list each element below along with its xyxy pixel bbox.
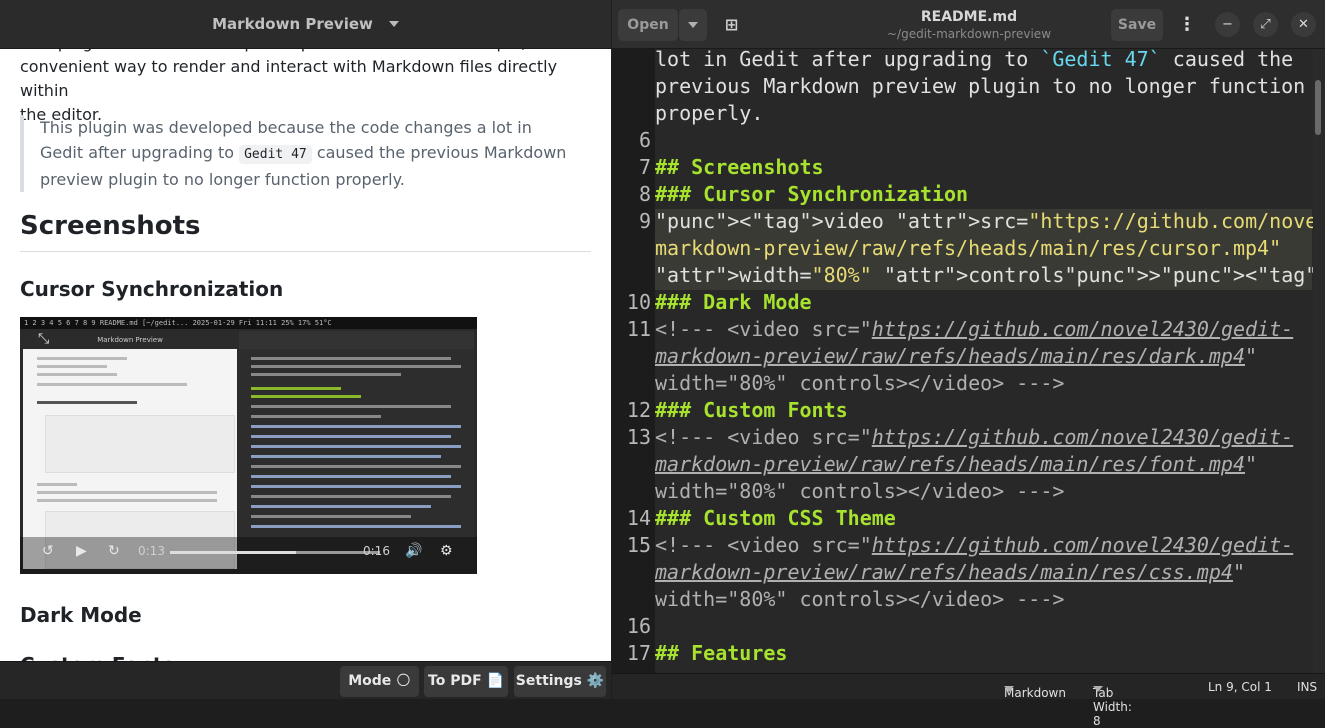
- file-name: README.md: [920, 9, 1018, 25]
- open-button[interactable]: Open: [618, 9, 678, 41]
- file-path: ~/gedit-markdown-preview: [886, 27, 1052, 41]
- settings-button[interactable]: Settings ⚙️: [514, 666, 606, 697]
- video-seek-bar[interactable]: [170, 551, 380, 554]
- inline-code: Gedit 47: [239, 145, 312, 164]
- volume-icon[interactable]: 🔊: [405, 543, 422, 559]
- line-number: 12: [626, 398, 651, 422]
- insert-mode: INS: [1297, 680, 1318, 694]
- line-number: 6: [638, 128, 651, 152]
- line-number: 14: [626, 506, 651, 530]
- code-line[interactable]: ## Screenshots: [655, 154, 1313, 181]
- new-tab-button[interactable]: ⊞: [715, 9, 748, 41]
- chevron-down-icon: [1004, 686, 1014, 692]
- code-line[interactable]: <!--- <video src="https://github.com/nov…: [655, 316, 1313, 343]
- chevron-down-icon[interactable]: [388, 21, 399, 27]
- main-menu-button[interactable]: ⋮: [1172, 9, 1202, 41]
- video-frame-preview: Markdown Preview: [23, 331, 237, 569]
- mode-button[interactable]: Mode 🌕: [340, 666, 419, 697]
- code-line[interactable]: ## Features: [655, 640, 1313, 667]
- line-number: 7: [638, 155, 651, 179]
- line-number: 17: [626, 641, 651, 665]
- line-number: 16: [626, 614, 651, 638]
- code-line[interactable]: width="80%" controls></video> --->: [655, 586, 1313, 613]
- video-total-time: 0:16: [363, 544, 390, 558]
- code-line[interactable]: width="80%" controls></video> --->: [655, 370, 1313, 397]
- heading-custom-fonts: Custom Fonts: [20, 653, 174, 661]
- to-pdf-button[interactable]: To PDF 📄: [424, 666, 508, 697]
- markdown-preview-pane: Markdown Preview This plugin has been de…: [0, 0, 611, 699]
- heading-screenshots: Screenshots: [20, 211, 591, 252]
- editor-statusbar: Markdown Tab Width: 8 Ln 9, Col 1 INS: [612, 673, 1325, 728]
- code-line[interactable]: markdown-preview/raw/refs/heads/main/res…: [655, 235, 1313, 262]
- line-number: 15: [626, 533, 651, 557]
- video-frame-preview-title: Markdown Preview: [23, 331, 237, 349]
- chevron-down-icon: [1093, 686, 1103, 692]
- fullscreen-icon[interactable]: ⤡: [38, 331, 49, 347]
- code-line[interactable]: markdown-preview/raw/refs/heads/main/res…: [655, 343, 1313, 370]
- preview-toolbar: Mode 🌕 To PDF 📄 Settings ⚙️: [0, 661, 611, 699]
- code-line[interactable]: "punc"><"tag">video "attr">src="https://…: [655, 208, 1313, 235]
- heading-cursor-sync: Cursor Synchronization: [20, 277, 284, 301]
- kebab-menu-icon: ⋮: [1178, 14, 1196, 35]
- note-blockquote: This plugin was developed because the co…: [20, 115, 580, 192]
- code-line[interactable]: markdown-preview/raw/refs/heads/main/res…: [655, 559, 1313, 586]
- video-frame-topbar: 1 2 3 4 5 6 7 8 9 README.md [~/gedit... …: [20, 317, 477, 329]
- code-line[interactable]: markdown-preview/raw/refs/heads/main/res…: [655, 451, 1313, 478]
- code-editor[interactable]: lot in Gedit after upgrading to `Gedit 4…: [655, 49, 1313, 673]
- code-line[interactable]: lot in Gedit after upgrading to `Gedit 4…: [655, 49, 1313, 73]
- code-line[interactable]: previous Markdown preview plugin to no l…: [655, 73, 1313, 100]
- cursor-position[interactable]: Ln 9, Col 1: [1208, 680, 1272, 694]
- editor-scrollbar[interactable]: [1315, 80, 1321, 135]
- settings-gear-icon[interactable]: ⚙: [440, 543, 453, 559]
- line-number: 8: [638, 182, 651, 206]
- chevron-down-icon: [688, 22, 698, 28]
- preview-title: Markdown Preview: [212, 15, 373, 33]
- editor-window: Open ⊞ README.md ~/gedit-markdown-previe…: [612, 0, 1325, 728]
- heading-dark-mode: Dark Mode: [20, 603, 142, 627]
- code-line[interactable]: ### Dark Mode: [655, 289, 1313, 316]
- close-button[interactable]: ✕: [1291, 12, 1316, 37]
- code-line[interactable]: "attr">width="80%" "attr">controls"punc"…: [655, 262, 1313, 289]
- new-document-icon: ⊞: [724, 15, 739, 34]
- minimize-button[interactable]: −: [1215, 12, 1240, 37]
- forward-15-icon[interactable]: ↻: [108, 543, 120, 559]
- rewind-15-icon[interactable]: ↺: [42, 543, 54, 559]
- line-number: 11: [626, 317, 651, 341]
- editor-headerbar: Open ⊞ README.md ~/gedit-markdown-previe…: [612, 0, 1325, 49]
- video-frame-editor: [239, 331, 474, 569]
- code-line[interactable]: <!--- <video src="https://github.com/nov…: [655, 424, 1313, 451]
- code-line[interactable]: properly.: [655, 100, 1313, 127]
- code-line[interactable]: <!--- <video src="https://github.com/nov…: [655, 532, 1313, 559]
- code-line[interactable]: ### Custom Fonts: [655, 397, 1313, 424]
- line-number-gutter: 6 7 8 9 10 11 12 13 14 15 16 17: [612, 49, 655, 673]
- tab-width-label: Tab Width: 8: [1093, 686, 1132, 728]
- video-current-time: 0:13: [138, 544, 165, 558]
- line-number: 13: [626, 425, 651, 449]
- intro-line-1: convenient way to render and interact wi…: [20, 57, 558, 100]
- play-icon[interactable]: ▶: [76, 543, 87, 559]
- video-player[interactable]: 1 2 3 4 5 6 7 8 9 README.md [~/gedit... …: [20, 317, 477, 574]
- code-line[interactable]: ### Custom CSS Theme: [655, 505, 1313, 532]
- code-line[interactable]: ### Cursor Synchronization: [655, 181, 1313, 208]
- preview-document[interactable]: This plugin has been developed to provid…: [0, 49, 611, 661]
- line-number: 9: [638, 209, 651, 233]
- maximize-button[interactable]: ⤢: [1253, 12, 1278, 37]
- code-line[interactable]: width="80%" controls></video> --->: [655, 478, 1313, 505]
- save-button[interactable]: Save: [1111, 9, 1163, 41]
- open-menu-button[interactable]: [679, 9, 707, 41]
- preview-header[interactable]: Markdown Preview: [0, 0, 611, 49]
- line-number: 10: [626, 290, 651, 314]
